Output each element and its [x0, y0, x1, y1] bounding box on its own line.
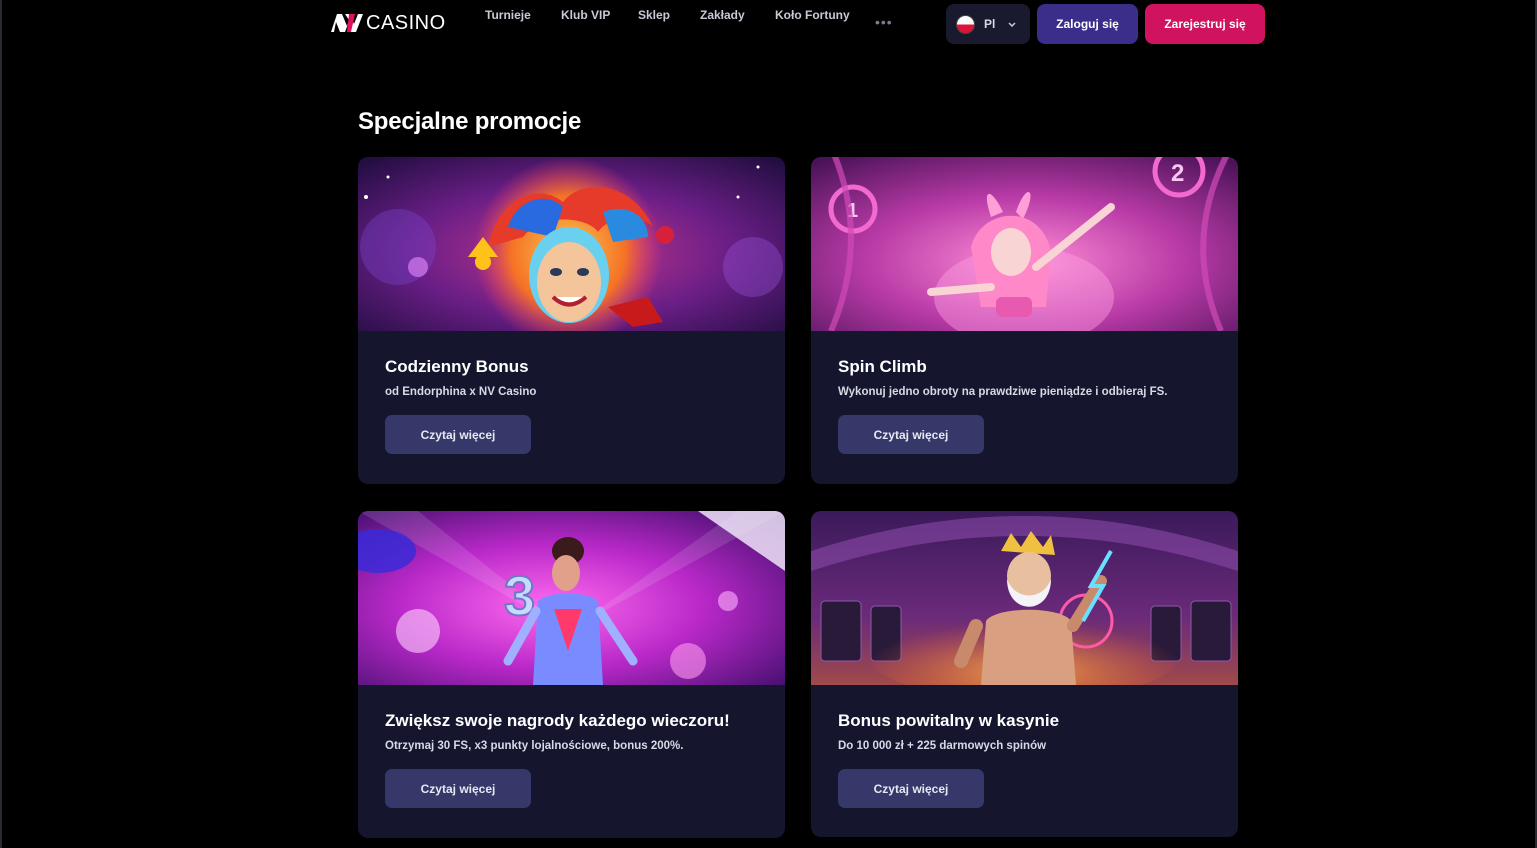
- svg-text:2: 2: [1171, 160, 1184, 187]
- nav-item-zaklady[interactable]: Zakłady: [700, 8, 745, 22]
- zeus-casino-illustration: [811, 511, 1238, 685]
- login-button[interactable]: Zaloguj się: [1037, 4, 1138, 44]
- jester-slot-illustration: [358, 157, 785, 331]
- card-title: Bonus powitalny w kasynie: [838, 711, 1060, 730]
- card-subtitle: Do 10 000 zł + 225 darmowych spinów: [838, 740, 1047, 752]
- nav-item-klub-vip[interactable]: Klub VIP: [561, 8, 610, 22]
- poland-flag-icon: [956, 14, 975, 34]
- card-title: Codzienny Bonus: [385, 357, 529, 376]
- language-code: Pl: [984, 17, 996, 31]
- promo-card: Codzienny Bonus od Endorphina x NV Casin…: [358, 157, 785, 484]
- nav-item-turnieje[interactable]: Turnieje: [485, 8, 531, 22]
- chevron-down-icon: [1007, 19, 1017, 29]
- site-header: CASINO Turnieje Klub VIP Sklep Zakłady K…: [0, 0, 1537, 46]
- read-more-button[interactable]: Czytaj więcej: [385, 415, 531, 454]
- card-subtitle: Wykonuj jedno obroty na prawdziwe pienią…: [838, 386, 1168, 398]
- card-title: Spin Climb: [838, 357, 927, 376]
- register-button[interactable]: Zarejestruj się: [1145, 4, 1265, 44]
- nav-item-kolo-fortuny[interactable]: Koło Fortuny: [775, 8, 850, 22]
- promo-card: Bonus powitalny w kasynie Do 10 000 zł +…: [811, 511, 1238, 837]
- neon-dancer-illustration: 3: [358, 511, 785, 685]
- language-selector[interactable]: Pl: [946, 4, 1030, 44]
- more-menu-icon[interactable]: •••: [875, 15, 893, 29]
- page-title: Specjalne promocje: [358, 108, 582, 135]
- promo-card: 1 2 Spin Climb Wykonuj jedno obroty na p…: [811, 157, 1238, 484]
- bunny-girl-illustration: 1 2: [811, 157, 1238, 331]
- card-subtitle: Otrzymaj 30 FS, x3 punkty lojalnościowe,…: [385, 740, 684, 752]
- page-border-left: [0, 0, 2, 848]
- read-more-button[interactable]: Czytaj więcej: [385, 769, 531, 808]
- logo-text: CASINO: [366, 11, 446, 34]
- promo-card: 3 Zwiększ swoje nagrody każdego wieczoru…: [358, 511, 785, 838]
- site-logo[interactable]: CASINO: [331, 12, 446, 34]
- read-more-button[interactable]: Czytaj więcej: [838, 769, 984, 808]
- nv-logo-icon: [331, 14, 363, 32]
- read-more-button[interactable]: Czytaj więcej: [838, 415, 984, 454]
- card-title: Zwiększ swoje nagrody każdego wieczoru!: [385, 711, 730, 730]
- card-subtitle: od Endorphina x NV Casino: [385, 386, 537, 398]
- nav-item-sklep[interactable]: Sklep: [638, 8, 670, 22]
